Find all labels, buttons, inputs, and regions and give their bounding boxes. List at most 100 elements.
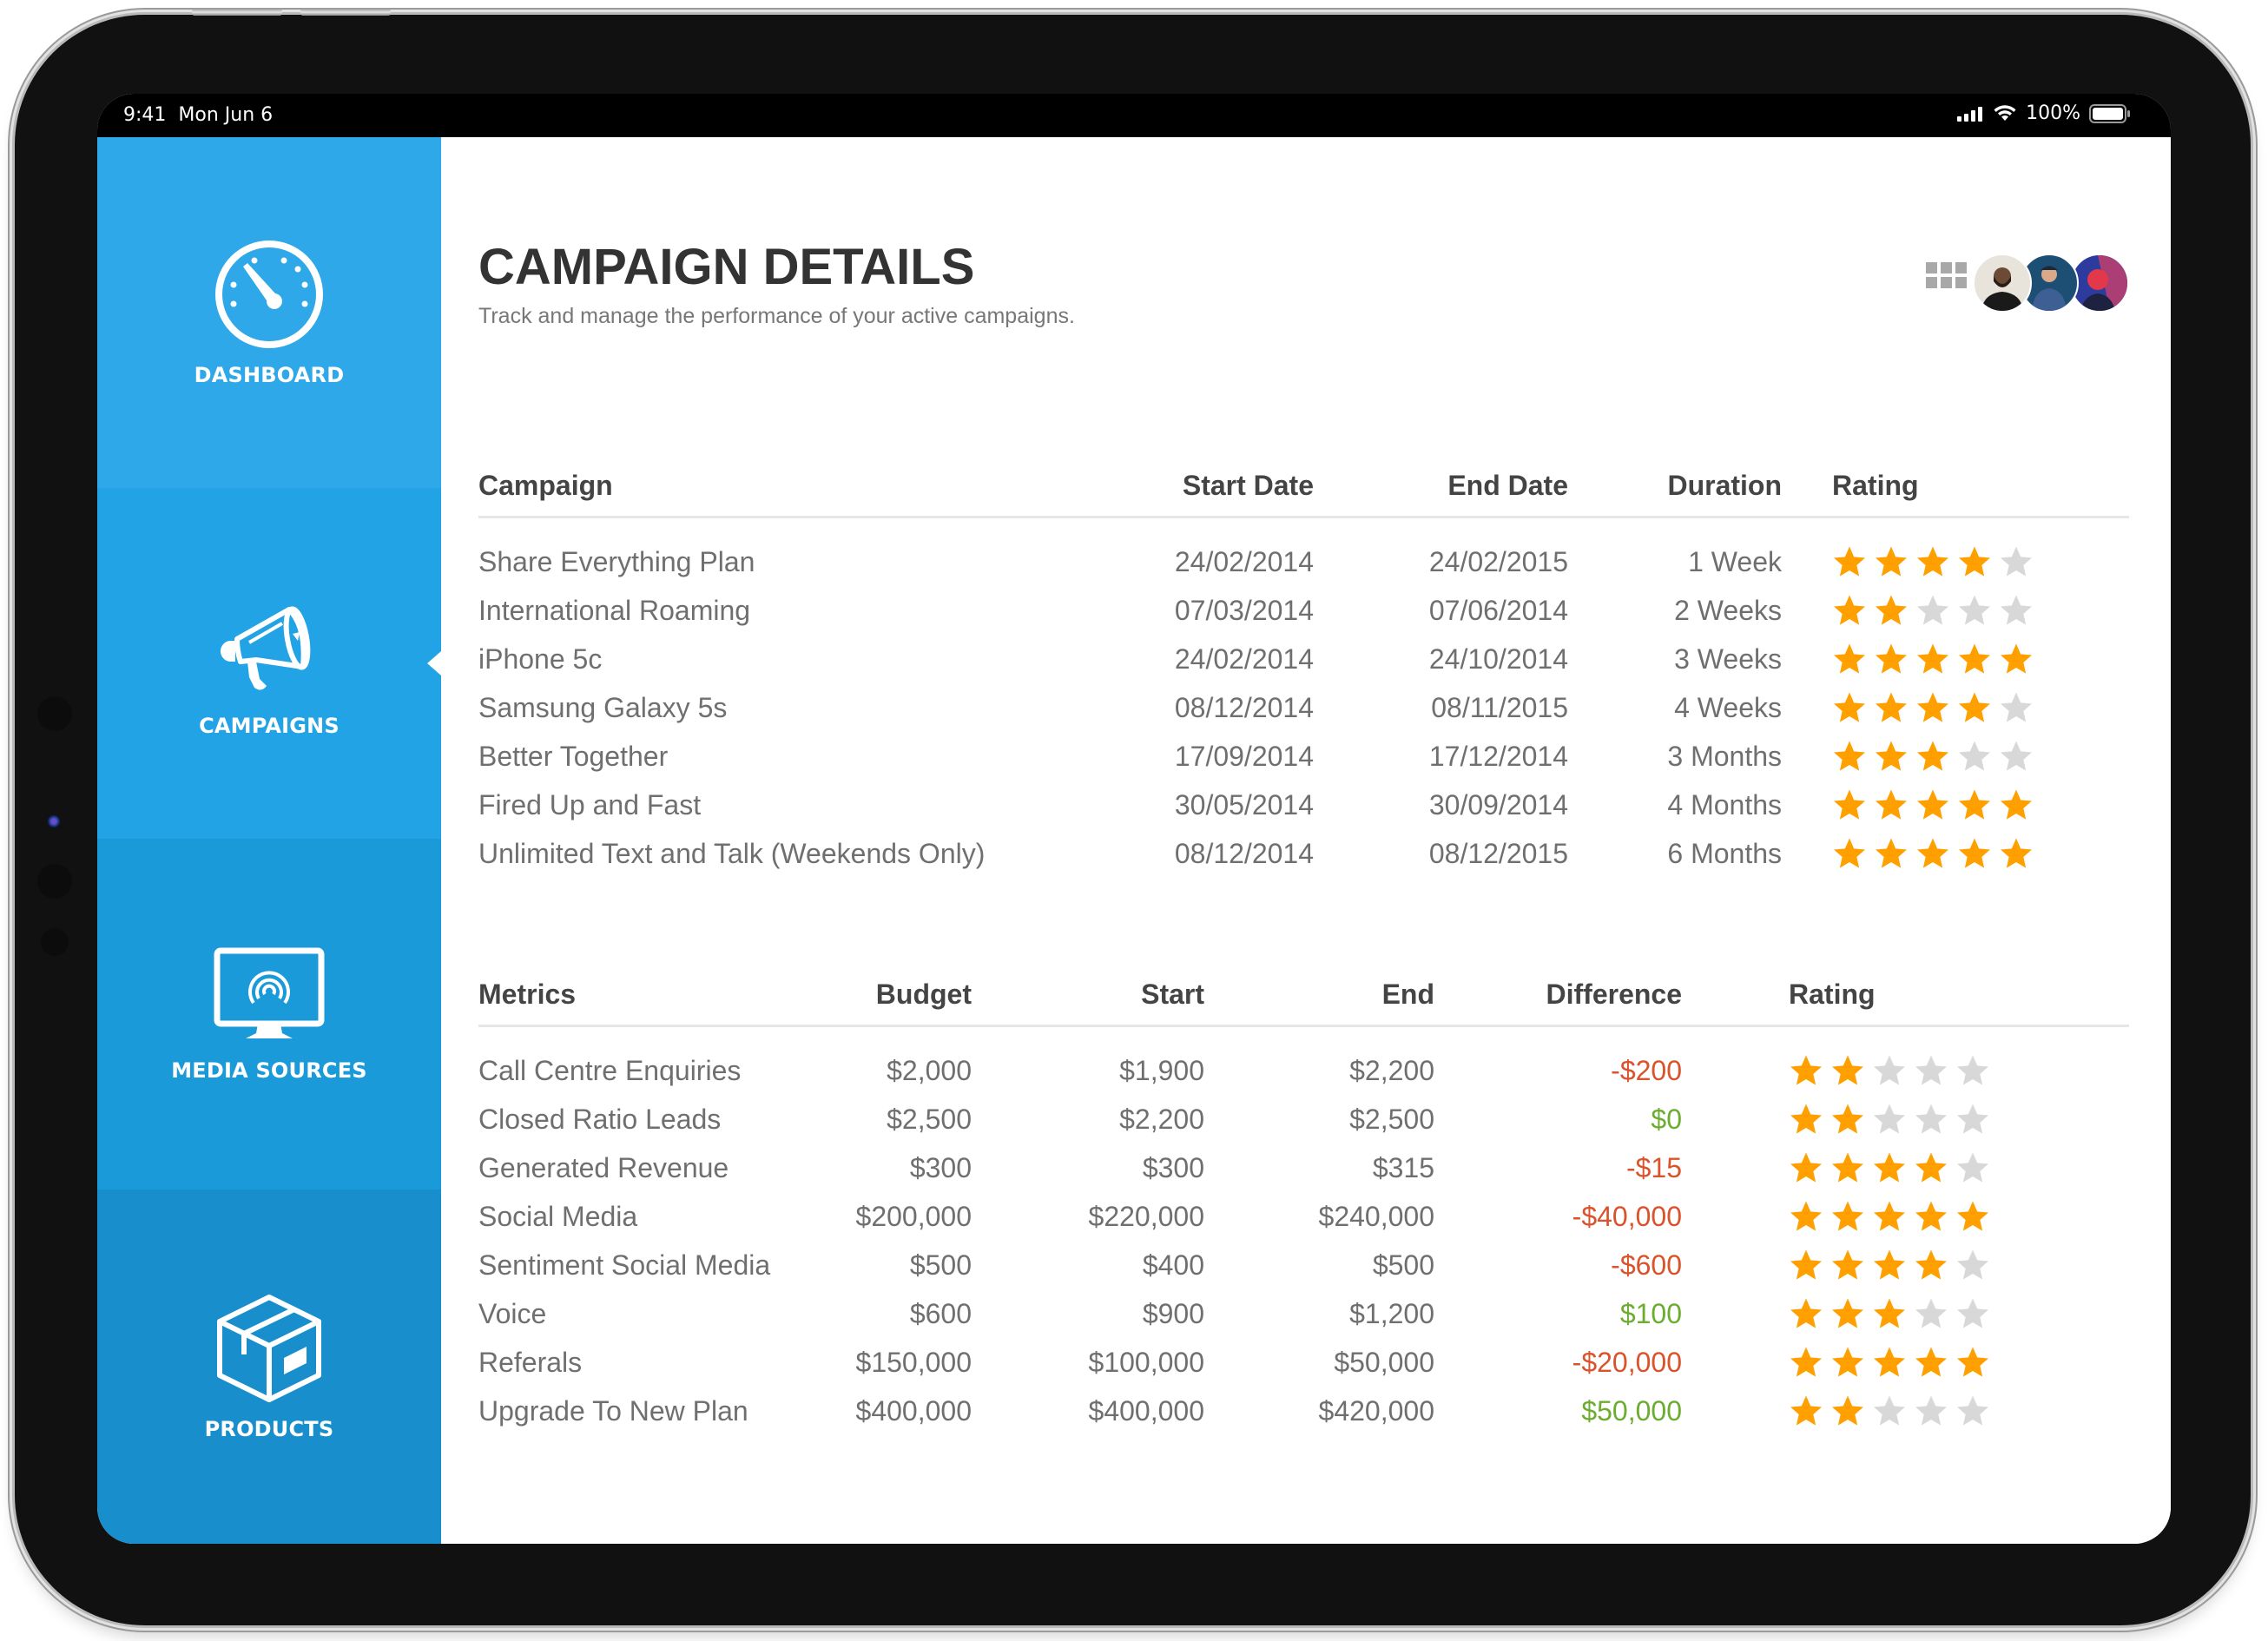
star-empty-icon	[1874, 1055, 1905, 1085]
star-rating[interactable]	[1789, 1150, 2129, 1185]
col-metrics[interactable]: Metrics	[478, 964, 826, 1027]
col-campaign[interactable]: Campaign	[478, 455, 1112, 518]
gauge-icon	[215, 241, 323, 348]
duration: 2 Weeks	[1674, 594, 1782, 626]
metric-name: Upgrade To New Plan	[478, 1394, 748, 1427]
start-date: 08/12/2014	[1174, 837, 1314, 869]
star-rating[interactable]	[1832, 544, 2129, 579]
volume-up-button	[192, 9, 282, 16]
avatar[interactable]	[1973, 254, 2032, 313]
metric-row[interactable]: Generated Revenue $300 $300 $315 -$15	[478, 1143, 2129, 1192]
rating-cell	[1682, 1192, 2129, 1241]
star-rating[interactable]	[1789, 1248, 2129, 1282]
duration: 3 Weeks	[1674, 643, 1782, 675]
metric-row[interactable]: Closed Ratio Leads $2,500 $2,200 $2,500 $0	[478, 1095, 2129, 1143]
end-date: 24/10/2014	[1428, 643, 1568, 675]
star-filled-icon	[1874, 1347, 1905, 1377]
star-filled-icon	[1832, 1104, 1863, 1134]
sidebar-item-media-sources[interactable]: MEDIA SOURCES	[97, 839, 441, 1190]
start-date: 24/02/2014	[1174, 643, 1314, 675]
metric-row[interactable]: Referals $150,000 $100,000 $50,000 -$20,000	[478, 1338, 2129, 1387]
star-rating[interactable]	[1832, 739, 2129, 774]
difference: $50,000	[1581, 1394, 1682, 1427]
start-value: $900	[1142, 1297, 1204, 1329]
sidebar-item-products[interactable]: PRODUCTS	[97, 1190, 441, 1544]
star-rating[interactable]	[1832, 788, 2129, 822]
star-rating[interactable]	[1789, 1296, 2129, 1331]
col-start[interactable]: Start	[972, 964, 1204, 1027]
star-filled-icon	[1790, 1249, 1822, 1280]
star-rating[interactable]	[1789, 1199, 2129, 1234]
star-filled-icon	[1834, 546, 1865, 577]
star-filled-icon	[1876, 643, 1907, 674]
campaign-row[interactable]: Share Everything Plan 24/02/2014 24/02/201…	[478, 537, 2129, 586]
campaign-row[interactable]: International Roaming 07/03/2014 07/06/201…	[478, 586, 2129, 635]
budget: $600	[909, 1297, 972, 1329]
star-rating[interactable]	[1789, 1394, 2129, 1428]
budget: $150,000	[855, 1346, 972, 1378]
col-difference[interactable]: Difference	[1434, 964, 1682, 1027]
avatar[interactable]	[2070, 254, 2129, 313]
metric-row[interactable]: Social Media $200,000 $220,000 $240,000 -$40…	[478, 1192, 2129, 1241]
difference: -$15	[1625, 1151, 1682, 1183]
campaign-row[interactable]: Samsung Galaxy 5s 08/12/2014 08/11/2015 4 W…	[478, 683, 2129, 732]
spacer	[478, 517, 2129, 538]
star-empty-icon	[1959, 595, 1990, 625]
star-filled-icon	[1874, 1201, 1905, 1231]
star-filled-icon	[1917, 741, 1948, 771]
difference: -$40,000	[1572, 1200, 1682, 1232]
metric-row[interactable]: Voice $600 $900 $1,200 $100	[478, 1289, 2129, 1338]
star-empty-icon	[2001, 741, 2032, 771]
metric-row[interactable]: Sentiment Social Media $500 $400 $500 -$600	[478, 1241, 2129, 1289]
volume-down-button	[300, 9, 391, 16]
star-rating[interactable]	[1789, 1345, 2129, 1380]
star-filled-icon	[1832, 1347, 1863, 1377]
star-rating[interactable]	[1832, 836, 2129, 871]
col-rating[interactable]: Rating	[1682, 964, 2129, 1027]
star-rating[interactable]	[1832, 642, 2129, 676]
star-filled-icon	[1834, 789, 1865, 820]
campaign-row[interactable]: iPhone 5c 24/02/2014 24/10/2014 3 Weeks	[478, 635, 2129, 683]
campaign-row[interactable]: Fired Up and Fast 30/05/2014 30/09/2014 4 M…	[478, 781, 2129, 829]
sidebar-item-dashboard[interactable]: DASHBOARD	[97, 137, 441, 488]
col-duration[interactable]: Duration	[1568, 455, 1782, 518]
col-budget[interactable]: Budget	[826, 964, 972, 1027]
difference: -$600	[1611, 1249, 1682, 1281]
campaign-row[interactable]: Unlimited Text and Talk (Weekends Only) 0…	[478, 829, 2129, 878]
metric-name: Closed Ratio Leads	[478, 1103, 722, 1135]
end-value: $500	[1372, 1249, 1434, 1281]
duration: 4 Months	[1667, 788, 1782, 820]
campaigns-table: Campaign Start Date End Date Duration Ra…	[478, 455, 2129, 878]
star-filled-icon	[1874, 1249, 1905, 1280]
star-empty-icon	[1957, 1104, 1988, 1134]
status-right: 100%	[1956, 102, 2131, 124]
metric-row[interactable]: Call Centre Enquiries $2,000 $1,900 $2,200 -…	[478, 1046, 2129, 1095]
star-rating[interactable]	[1789, 1102, 2129, 1137]
end-date: 24/02/2015	[1428, 545, 1568, 577]
star-rating[interactable]	[1832, 593, 2129, 628]
sidebar-item-campaigns[interactable]: CAMPAIGNS	[97, 488, 441, 839]
star-rating[interactable]	[1832, 690, 2129, 725]
metric-row[interactable]: Upgrade To New Plan $400,000 $400,000 $420,…	[478, 1387, 2129, 1435]
campaign-row[interactable]: Better Together 17/09/2014 17/12/2014 3 Mon…	[478, 732, 2129, 781]
campaign-name: Better Together	[478, 740, 669, 772]
campaign-name: International Roaming	[478, 594, 751, 626]
col-end-date[interactable]: End Date	[1314, 455, 1568, 518]
status-date: Mon Jun 6	[178, 104, 274, 126]
difference: $0	[1651, 1103, 1682, 1135]
star-empty-icon	[1915, 1055, 1947, 1085]
grid-menu-icon	[1926, 262, 1967, 288]
col-start-date[interactable]: Start Date	[1112, 455, 1314, 518]
metric-name: Referals	[478, 1346, 583, 1378]
rating-cell	[1782, 586, 2129, 635]
col-end[interactable]: End	[1204, 964, 1434, 1027]
star-filled-icon	[1790, 1201, 1822, 1231]
difference: -$20,000	[1572, 1346, 1682, 1378]
star-filled-icon	[1915, 1201, 1947, 1231]
star-rating[interactable]	[1789, 1053, 2129, 1088]
star-filled-icon	[1834, 838, 1865, 868]
campaign-name: Fired Up and Fast	[478, 788, 702, 820]
rating-cell	[1782, 732, 2129, 781]
col-rating[interactable]: Rating	[1782, 455, 2129, 518]
star-empty-icon	[2001, 546, 2032, 577]
